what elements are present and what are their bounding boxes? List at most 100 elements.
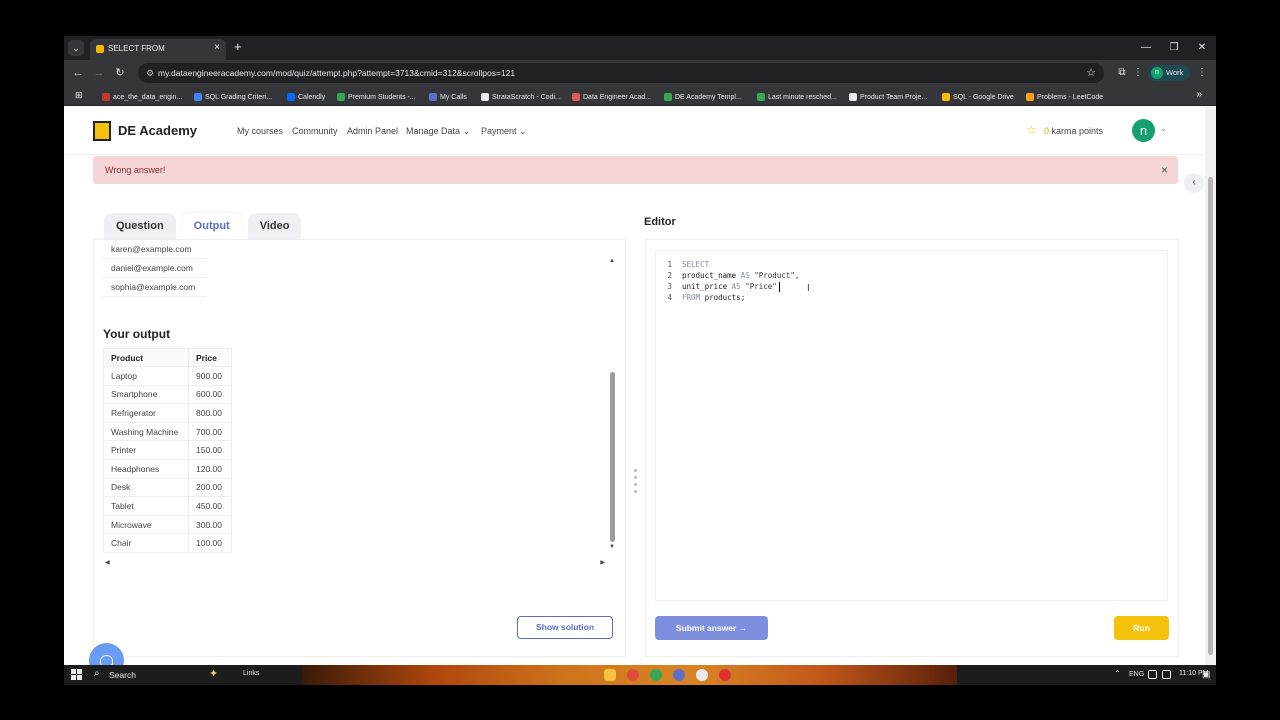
bookmark-label: DE Academy Templ... — [675, 93, 742, 101]
collapse-sidebar-chevron-icon[interactable]: ‹ — [1184, 173, 1204, 193]
page-scrollbar[interactable] — [1205, 107, 1216, 665]
browser-toolbar: ← → ↻ ⚙ my.dataengineeracademy.com/mod/q… — [64, 60, 1216, 86]
address-bar[interactable]: ⚙ my.dataengineeracademy.com/mod/quiz/at… — [138, 63, 1104, 83]
bookmark-item[interactable]: DE Academy Templ... — [664, 91, 742, 103]
page-scrollbar-thumb[interactable] — [1208, 177, 1213, 655]
input-language[interactable]: ENG — [1129, 671, 1144, 678]
output-vertical-scrollbar[interactable]: ▲ ▼ — [609, 258, 615, 550]
forward-icon[interactable]: → — [91, 65, 107, 81]
table-row: Headphones 120.00 — [103, 458, 232, 479]
url-text: my.dataengineeracademy.com/mod/quiz/atte… — [158, 68, 516, 78]
more-bookmarks-icon[interactable]: » — [1196, 89, 1202, 100]
bookmark-label: ace_the_data_engin... — [113, 93, 183, 101]
scroll-up-icon[interactable]: ▲ — [609, 258, 615, 264]
nav-payment[interactable]: Payment ⌄ — [481, 126, 527, 137]
code-token: "Product", — [754, 271, 800, 280]
bookmarks-bar: ⊞ ace_the_data_engin... SQL Grading Crite… — [64, 86, 1216, 106]
tab-strip: ⌄ SELECT FROM × + — ❐ ✕ — [64, 36, 1216, 60]
back-icon[interactable]: ← — [70, 65, 86, 81]
nav-my-courses[interactable]: My courses — [237, 126, 283, 136]
window-controls: — ❐ ✕ — [1132, 36, 1216, 60]
file-explorer-icon[interactable] — [604, 669, 616, 681]
code-line: 3 unit_price AS "Price" — [656, 281, 780, 292]
chevron-down-icon: ⌄ — [462, 126, 471, 136]
show-solution-button[interactable]: Show solution — [517, 616, 613, 639]
bookmark-item[interactable]: StrataScratch - Codi... — [481, 91, 561, 103]
profile-avatar: n — [1151, 67, 1163, 79]
site-info-icon[interactable]: ⚙ — [144, 67, 156, 79]
scrollbar-thumb[interactable] — [610, 372, 615, 542]
app-icon[interactable] — [696, 669, 708, 681]
profile-chip[interactable]: n Work — [1148, 65, 1190, 81]
tab-video[interactable]: Video — [247, 213, 302, 239]
bookmark-item[interactable]: Calendly — [287, 91, 325, 103]
scroll-left-icon[interactable]: ◀ — [105, 559, 110, 566]
downloads-icon[interactable]: ⋮ — [1130, 65, 1146, 81]
tray-overflow-chevron-icon[interactable]: ⌃ — [1114, 669, 1121, 678]
chat-app-icon[interactable] — [673, 669, 685, 681]
scroll-right-icon[interactable]: ▶ — [600, 559, 605, 566]
taskbar-search-label[interactable]: Search — [109, 670, 136, 680]
notifications-icon[interactable]: ▣ — [1202, 669, 1211, 680]
tab-search-icon[interactable]: ⌄ — [68, 40, 84, 56]
nav-manage-data[interactable]: Manage Data ⌄ — [406, 126, 470, 137]
alert-close-icon[interactable]: × — [1161, 163, 1168, 177]
brand-name[interactable]: DE Academy — [118, 123, 197, 138]
bookmark-favicon-icon — [287, 93, 295, 101]
bookmark-star-icon[interactable]: ☆ — [1086, 66, 1096, 79]
submit-answer-button[interactable]: Submit answer → — [655, 616, 768, 640]
nav-payment-label: Payment — [481, 126, 517, 136]
reload-icon[interactable]: ↻ — [112, 65, 128, 81]
window-close-icon[interactable]: ✕ — [1188, 36, 1216, 60]
bookmark-item[interactable]: Data Engineer Acad... — [572, 91, 651, 103]
karma-points[interactable]: 0 karma points — [1044, 126, 1103, 136]
bookmark-item[interactable]: SQL - Google Drive — [942, 91, 1014, 103]
wifi-icon[interactable] — [1148, 670, 1157, 679]
scroll-down-icon[interactable]: ▼ — [609, 544, 615, 550]
text-caret — [778, 282, 780, 292]
panel-resize-handle[interactable] — [633, 469, 638, 493]
bookmark-item[interactable]: My Calls — [429, 91, 467, 103]
code-line: 1 SELECT — [656, 259, 709, 270]
browser-tab[interactable]: SELECT FROM × — [90, 39, 226, 60]
taskbar-links-label[interactable]: Links — [243, 670, 259, 677]
copilot-sparkle-icon[interactable]: ✦ — [209, 667, 218, 680]
nav-admin-panel[interactable]: Admin Panel — [347, 126, 398, 136]
volume-icon[interactable] — [1162, 670, 1171, 679]
cell-price: 300.00 — [188, 514, 232, 535]
table-row: Laptop 900.00 — [103, 366, 232, 386]
bookmark-item[interactable]: Problems - LeetCode — [1026, 91, 1103, 103]
browser-menu-icon[interactable]: ⋮ — [1194, 65, 1210, 81]
table-row: Washing Machine 700.00 — [103, 421, 232, 442]
apps-grid-icon[interactable]: ⊞ — [75, 90, 83, 101]
bookmark-favicon-icon — [429, 93, 437, 101]
bookmark-item[interactable]: ace_the_data_engin... — [102, 91, 182, 103]
bookmark-item[interactable]: Last minute resched... — [757, 91, 837, 103]
tab-close-icon[interactable]: × — [214, 42, 220, 53]
restore-icon[interactable]: ❐ — [1160, 36, 1188, 60]
tab-question[interactable]: Question — [104, 213, 176, 239]
tab-title: SELECT FROM — [108, 44, 165, 53]
bookmark-item[interactable]: Product Team Proje... — [849, 91, 927, 103]
nav-community[interactable]: Community — [292, 126, 338, 136]
de-academy-logo-icon[interactable] — [93, 121, 111, 141]
new-tab-icon[interactable]: + — [234, 40, 242, 54]
user-avatar[interactable]: n — [1132, 119, 1155, 142]
extensions-icon[interactable]: ⧉ — [1114, 65, 1130, 81]
taskbar-search-icon[interactable]: ⌕ — [94, 668, 100, 679]
tab-output[interactable]: Output — [181, 213, 242, 239]
output-panel: karen@example.com daniel@example.com sop… — [93, 239, 626, 657]
user-menu-chevron-icon[interactable]: ⌄ — [1160, 124, 1167, 133]
cell-price: 100.00 — [188, 533, 232, 553]
output-horizontal-scrollbar[interactable]: ◀ ▶ — [105, 560, 605, 566]
chrome-profile-icon[interactable] — [650, 669, 662, 681]
bookmark-item[interactable]: Premium Students -... — [337, 91, 416, 103]
run-button[interactable]: Run — [1114, 616, 1169, 640]
code-editor[interactable]: I 1 SELECT 2 product_name AS "Product", 3 uni… — [655, 250, 1168, 601]
minimize-icon[interactable]: — — [1132, 36, 1160, 60]
editor-heading: Editor — [644, 216, 676, 228]
bookmark-item[interactable]: SQL Grading Criteri... — [194, 91, 272, 103]
windows-start-icon[interactable] — [71, 669, 82, 680]
chrome-icon[interactable] — [627, 669, 639, 681]
recording-app-icon[interactable] — [719, 669, 731, 681]
